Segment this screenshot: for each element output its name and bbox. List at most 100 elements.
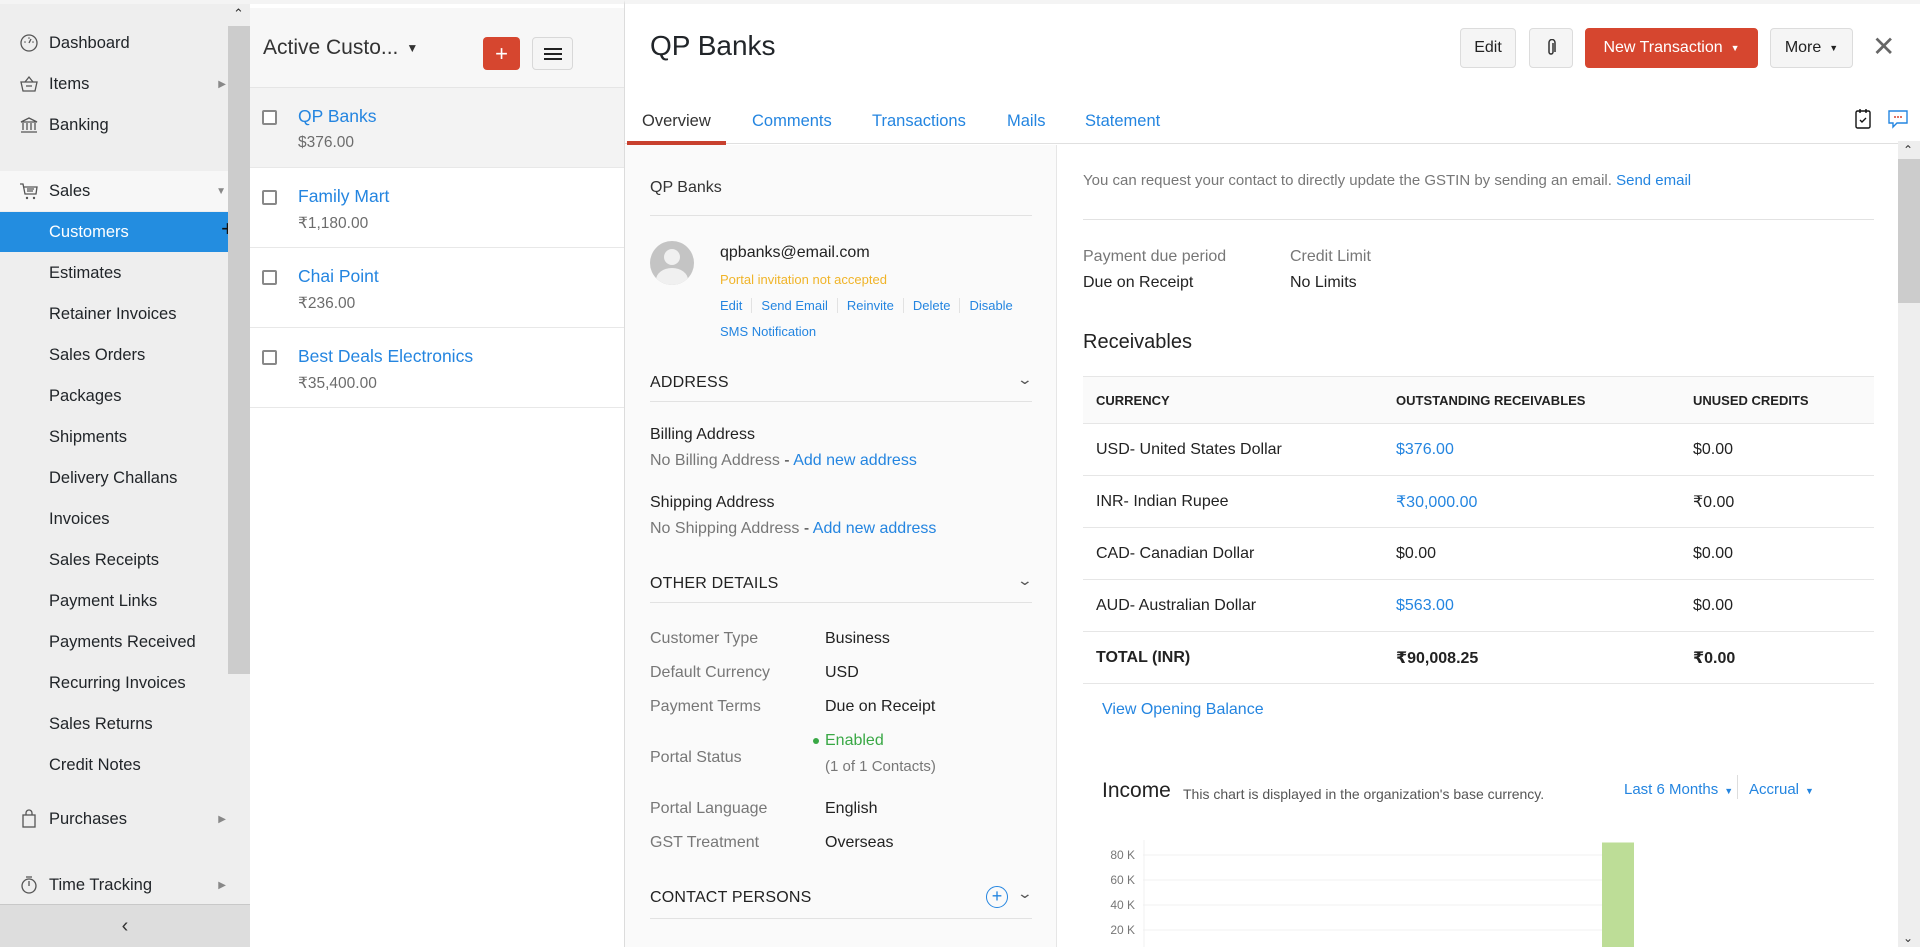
tab-transactions[interactable]: Transactions: [872, 112, 966, 144]
sidebar-item-banking[interactable]: Banking: [0, 105, 228, 145]
payment-terms-label: Payment Terms: [650, 698, 761, 715]
customer-type-value: Business: [825, 630, 890, 647]
task-clipboard-icon[interactable]: [1854, 108, 1876, 130]
sidebar-item-label: Banking: [49, 115, 109, 134]
sidebar-item-sales-receipts[interactable]: Sales Receipts: [0, 540, 228, 580]
basis-dropdown[interactable]: Accrual ▼: [1749, 781, 1814, 798]
sidebar-item-retainer-invoices[interactable]: Retainer Invoices: [0, 294, 228, 334]
tab-comments[interactable]: Comments: [752, 112, 832, 144]
income-chart: 80 K 60 K 40 K 20 K: [1110, 840, 1634, 947]
add-billing-address-link[interactable]: Add new address: [793, 452, 917, 469]
sidebar-item-payments-received[interactable]: Payments Received: [0, 622, 228, 662]
income-bar[interactable]: [1602, 842, 1634, 947]
customer-receivable: ₹236.00: [298, 295, 356, 312]
basis-label: Accrual: [1749, 781, 1800, 798]
sidebar-item-packages[interactable]: Packages: [0, 376, 228, 416]
list-item[interactable]: Chai Point ₹236.00: [250, 248, 624, 328]
bank-icon: [18, 114, 40, 136]
shopping-bag-icon: [18, 808, 40, 830]
list-item[interactable]: Family Mart ₹1,180.00: [250, 168, 624, 248]
table-row: USD- United States Dollar $376.00 $0.00: [1083, 423, 1874, 476]
sidebar-item-invoices[interactable]: Invoices: [0, 499, 228, 539]
row-checkbox[interactable]: [262, 270, 277, 285]
sidebar-item-label: Items: [49, 74, 90, 93]
scroll-up-icon[interactable]: ⌃: [1903, 143, 1913, 157]
list-options-button[interactable]: [532, 37, 573, 70]
tab-statement[interactable]: Statement: [1085, 112, 1160, 144]
contact-reinvite-link[interactable]: Reinvite: [836, 298, 903, 313]
send-email-link[interactable]: Send email: [1616, 172, 1691, 189]
new-transaction-button[interactable]: New Transaction ▼: [1585, 28, 1758, 68]
period-label: Last 6 Months: [1624, 781, 1719, 798]
more-button[interactable]: More ▼: [1770, 28, 1853, 68]
sidebar-item-sales-orders[interactable]: Sales Orders: [0, 335, 228, 375]
sidebar-item-items[interactable]: Items ▶: [0, 64, 228, 104]
contact-send-email-link[interactable]: Send Email: [751, 298, 836, 313]
default-currency-value: USD: [825, 664, 859, 681]
customer-name-link[interactable]: Best Deals Electronics: [298, 346, 473, 367]
sidebar-item-credit-notes[interactable]: Credit Notes: [0, 745, 228, 785]
attach-button[interactable]: [1529, 28, 1573, 68]
shipping-address-empty: No Shipping Address: [650, 520, 800, 537]
period-dropdown[interactable]: Last 6 Months ▼: [1624, 781, 1733, 798]
new-customer-button[interactable]: +: [483, 37, 520, 70]
table-row: AUD- Australian Dollar $563.00 $0.00: [1083, 579, 1874, 632]
list-item[interactable]: Best Deals Electronics ₹35,400.00: [250, 328, 624, 408]
sidebar-item-delivery-challans[interactable]: Delivery Challans: [0, 458, 228, 498]
sidebar-item-purchases[interactable]: Purchases ▶: [0, 799, 228, 839]
chevron-down-icon[interactable]: ⌄: [1017, 371, 1033, 388]
sidebar-item-shipments[interactable]: Shipments: [0, 417, 228, 457]
portal-status-label: Portal Status: [650, 749, 742, 766]
collapse-sidebar-button[interactable]: ‹: [0, 904, 250, 947]
overview-scrollbar[interactable]: ⌃ ⌄: [1898, 141, 1920, 947]
tab-mails[interactable]: Mails: [1007, 112, 1046, 144]
row-checkbox[interactable]: [262, 110, 277, 125]
chevron-down-icon[interactable]: ⌄: [1017, 572, 1033, 589]
scroll-up-icon[interactable]: ⌃: [233, 6, 244, 22]
sidebar-item-sales-returns[interactable]: Sales Returns: [0, 704, 228, 744]
sms-notification-link[interactable]: SMS Notification: [720, 324, 816, 339]
close-icon[interactable]: ✕: [1872, 30, 1895, 63]
contact-edit-link[interactable]: Edit: [720, 298, 751, 313]
comment-bubble-icon[interactable]: [1887, 108, 1909, 130]
customer-name-link[interactable]: Chai Point: [298, 266, 379, 287]
customer-list-panel: Active Custo... ▼ + QP Banks $376.00 Family…: [250, 0, 625, 947]
sidebar-item-recurring-invoices[interactable]: Recurring Invoices: [0, 663, 228, 703]
chevron-left-icon: ‹: [121, 914, 129, 937]
contact-disable-link[interactable]: Disable: [959, 298, 1021, 313]
edit-button[interactable]: Edit: [1460, 28, 1516, 68]
sidebar-item-dashboard[interactable]: Dashboard: [0, 23, 228, 63]
credit-limit-label: Credit Limit: [1290, 248, 1371, 265]
page-title: QP Banks: [650, 30, 776, 61]
sidebar-item-payment-links[interactable]: Payment Links: [0, 581, 228, 621]
sidebar-item-sales[interactable]: Sales ▼: [0, 171, 228, 211]
scroll-down-icon[interactable]: ⌄: [1903, 931, 1913, 945]
sidebar-item-estimates[interactable]: Estimates: [0, 253, 228, 293]
chevron-down-icon[interactable]: ⌄: [1017, 885, 1033, 902]
contact-delete-link[interactable]: Delete: [902, 298, 960, 313]
view-opening-balance-link[interactable]: View Opening Balance: [1102, 701, 1264, 719]
currency-cell: TOTAL (INR): [1083, 631, 1383, 684]
view-filter-dropdown[interactable]: Active Custo... ▼: [263, 36, 418, 60]
gst-treatment-value: Overseas: [825, 834, 894, 851]
gstin-note-text: You can request your contact to directly…: [1083, 172, 1612, 189]
income-title: Income: [1102, 779, 1171, 802]
list-item[interactable]: QP Banks $376.00: [250, 88, 624, 168]
sidebar-item-time-tracking[interactable]: Time Tracking ▶: [0, 865, 228, 905]
sidebar-scrollbar[interactable]: ⌃: [228, 4, 250, 907]
portal-language-value: English: [825, 800, 878, 817]
tab-overview[interactable]: Overview: [627, 112, 726, 145]
caret-down-icon: ▼: [216, 185, 226, 197]
row-checkbox[interactable]: [262, 350, 277, 365]
outstanding-cell[interactable]: $563.00: [1383, 579, 1680, 632]
sidebar-scroll-thumb[interactable]: [228, 26, 250, 674]
customer-name-link[interactable]: QP Banks: [298, 106, 376, 127]
customer-name-link[interactable]: Family Mart: [298, 186, 389, 207]
add-shipping-address-link[interactable]: Add new address: [813, 520, 937, 537]
outstanding-cell[interactable]: ₹30,000.00: [1383, 475, 1680, 528]
row-checkbox[interactable]: [262, 190, 277, 205]
overview-scroll-thumb[interactable]: [1898, 159, 1920, 303]
outstanding-cell[interactable]: $376.00: [1383, 423, 1680, 476]
sidebar-item-customers[interactable]: Customers+: [0, 212, 234, 252]
add-contact-person-icon[interactable]: +: [986, 886, 1008, 908]
